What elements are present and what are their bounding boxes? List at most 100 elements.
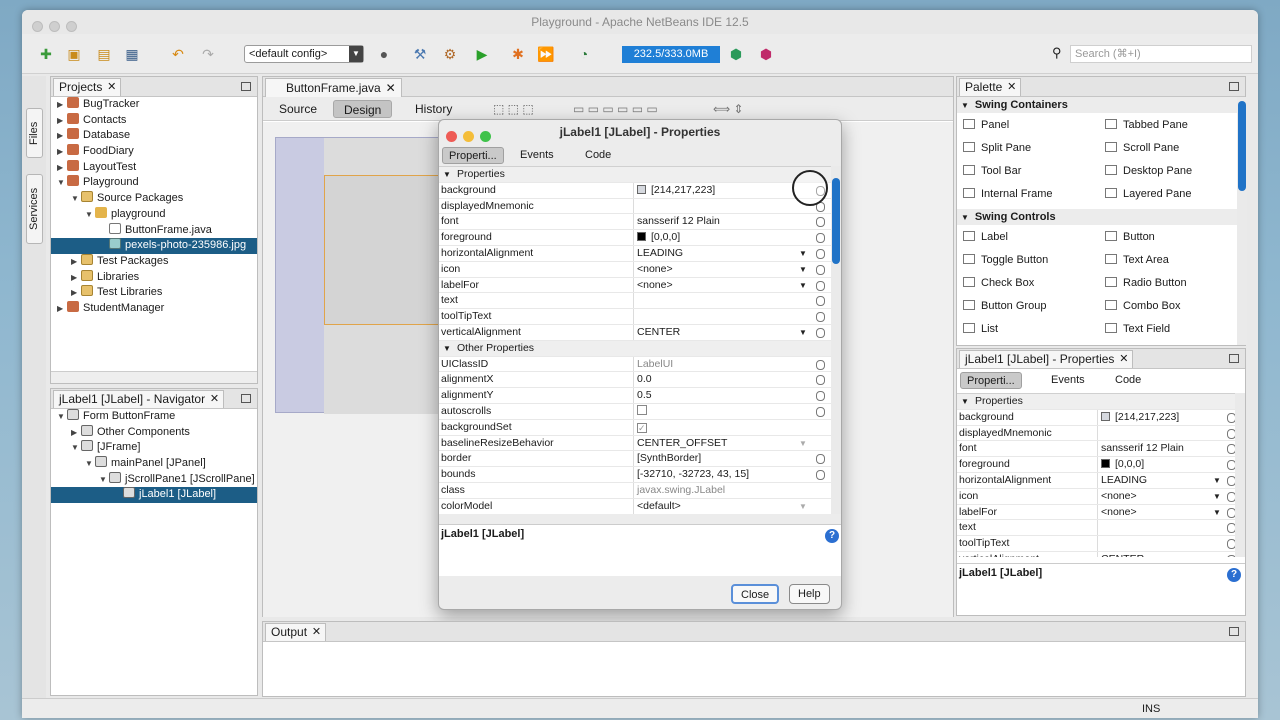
dropdown-arrow-icon[interactable]: ▼ [1213, 473, 1221, 489]
property-value[interactable]: LabelUI [633, 356, 831, 372]
timer-icon[interactable]: ◔ [574, 44, 594, 64]
property-value[interactable]: [0,0,0] [1097, 457, 1235, 472]
property-row[interactable]: autoscrolls [439, 403, 831, 420]
property-row[interactable]: labelFor <none> ▼ [957, 504, 1235, 521]
expand-toggle-icon[interactable]: ▼ [71, 191, 81, 207]
minimize-window-button[interactable] [49, 21, 60, 32]
custom-editor-button[interactable] [816, 359, 825, 370]
globe-icon[interactable]: ● [374, 44, 394, 64]
expand-toggle-icon[interactable]: ▶ [71, 270, 81, 286]
run-icon[interactable]: ▶ [472, 44, 492, 64]
gc-icon[interactable]: ⬢ [726, 44, 746, 64]
selection-mode-icon[interactable]: ⬚ ⬚ ⬚ [483, 100, 544, 118]
property-row[interactable]: foreground [0,0,0] [957, 457, 1235, 473]
tree-item[interactable]: ▼ playground [51, 206, 257, 223]
property-row[interactable]: displayedMnemonic [957, 425, 1235, 442]
expand-toggle-icon[interactable]: ▶ [57, 128, 67, 144]
property-row[interactable]: icon <none> ▼ [439, 261, 831, 278]
custom-editor-button[interactable] [816, 327, 825, 338]
tab-code[interactable]: Code [1109, 372, 1147, 389]
tab-code[interactable]: Code [579, 147, 617, 164]
palette-item[interactable]: List [963, 321, 998, 337]
output-tab[interactable]: Output ✕ [265, 623, 327, 641]
expand-toggle-icon[interactable]: ▶ [57, 301, 67, 317]
tree-item[interactable]: ▼ jScrollPane1 [JScrollPane] [51, 471, 257, 488]
property-scrollbar[interactable] [1235, 393, 1245, 557]
tree-item[interactable]: ▶ Test Libraries [51, 285, 257, 301]
property-row[interactable]: class javax.swing.JLabel [439, 482, 831, 499]
tree-item[interactable]: ▶ BugTracker [51, 97, 257, 113]
expand-toggle-icon[interactable]: ▶ [71, 285, 81, 301]
custom-editor-button[interactable] [816, 264, 825, 275]
property-row[interactable]: text [957, 520, 1235, 537]
minimize-icon[interactable] [241, 82, 251, 91]
property-row[interactable]: backgroundSet ✓ [439, 419, 831, 436]
custom-editor-button[interactable] [1227, 554, 1235, 557]
checkbox[interactable] [637, 404, 647, 415]
property-row[interactable]: displayedMnemonic [439, 198, 831, 215]
files-tab[interactable]: Files [26, 108, 43, 158]
close-icon[interactable]: ✕ [312, 624, 321, 641]
redo-icon[interactable]: ↷ [198, 44, 218, 64]
property-row[interactable]: verticalAlignment CENTER ▼ [957, 551, 1235, 557]
custom-editor-button[interactable] [1227, 412, 1235, 423]
custom-editor-button[interactable] [816, 248, 825, 259]
minimize-icon[interactable] [1229, 354, 1239, 363]
jlabel-preview[interactable] [324, 175, 446, 325]
custom-editor-button[interactable] [1227, 491, 1235, 502]
projects-hscrollbar[interactable] [51, 371, 257, 383]
dropdown-arrow-icon[interactable]: ▼ [799, 278, 807, 294]
property-value[interactable] [633, 403, 831, 419]
property-row[interactable]: alignmentX 0.0 [439, 372, 831, 389]
palette-category[interactable]: ▼ Swing Controls [957, 209, 1237, 225]
property-row[interactable]: border [SynthBorder] [439, 451, 831, 468]
property-value[interactable] [1097, 536, 1235, 551]
property-row[interactable]: verticalAlignment CENTER ▼ [439, 324, 831, 341]
expand-toggle-icon[interactable]: ▶ [71, 254, 81, 270]
tree-item[interactable]: ▼ Source Packages [51, 191, 257, 207]
category-row[interactable]: ▼ Properties [439, 167, 831, 183]
tree-item[interactable]: ▼ mainPanel [JPanel] [51, 456, 257, 472]
collapse-icon[interactable]: ▼ [443, 167, 451, 183]
custom-editor-button[interactable] [816, 406, 825, 417]
property-row[interactable]: font sansserif 12 Plain [439, 214, 831, 231]
navigator-tab[interactable]: jLabel1 [JLabel] - Navigator ✕ [53, 390, 225, 408]
dropdown-arrow-icon[interactable]: ▼ [1213, 489, 1221, 505]
palette-item[interactable]: Text Field [1105, 321, 1170, 337]
tree-item[interactable]: ▶ LayoutTest [51, 159, 257, 176]
palette-item[interactable]: Label [963, 229, 1008, 245]
dropdown-arrow-icon[interactable]: ▼ [799, 246, 807, 262]
custom-editor-button[interactable] [816, 280, 825, 291]
property-value[interactable]: sansserif 12 Plain [633, 214, 831, 230]
search-input[interactable]: Search (⌘+I) [1070, 45, 1252, 63]
collapse-icon[interactable]: ▼ [443, 341, 451, 357]
tree-item[interactable]: ▶ Database [51, 128, 257, 144]
category-row[interactable]: ▼ Other Properties [439, 340, 831, 357]
palette-item[interactable]: Tabbed Pane [1105, 117, 1188, 133]
category-row[interactable]: ▼ Properties [957, 394, 1235, 410]
dialog-close-button[interactable] [446, 131, 457, 142]
palette-item[interactable]: Desktop Pane [1105, 163, 1192, 179]
custom-editor-button[interactable] [1227, 460, 1235, 471]
tab-events[interactable]: Events [1045, 372, 1091, 389]
property-value[interactable]: sansserif 12 Plain [1097, 441, 1235, 457]
expand-toggle-icon[interactable]: ▶ [57, 160, 67, 176]
tab-properties[interactable]: Properti... [960, 372, 1022, 389]
property-value[interactable]: [0,0,0] [633, 230, 831, 245]
property-row[interactable]: icon <none> ▼ [957, 488, 1235, 505]
close-icon[interactable]: ✕ [210, 391, 219, 408]
tree-item[interactable]: ▶ Contacts [51, 112, 257, 129]
projects-tab[interactable]: Projects ✕ [53, 78, 122, 96]
tree-item[interactable]: ▶ Other Components [51, 424, 257, 441]
dropdown-arrow-icon[interactable]: ▼ [799, 262, 807, 278]
custom-editor-button[interactable] [816, 312, 825, 323]
checkbox[interactable]: ✓ [637, 422, 647, 433]
custom-editor-button[interactable] [816, 217, 825, 228]
custom-editor-button[interactable] [816, 391, 825, 402]
property-scrollbar[interactable] [831, 166, 841, 514]
undo-icon[interactable]: ↶ [168, 44, 188, 64]
property-row[interactable]: colorModel <default> ▼ [439, 498, 831, 514]
property-row[interactable]: foreground [0,0,0] [439, 230, 831, 246]
palette-item[interactable]: Text Area [1105, 252, 1169, 268]
scroll-thumb[interactable] [832, 178, 840, 264]
